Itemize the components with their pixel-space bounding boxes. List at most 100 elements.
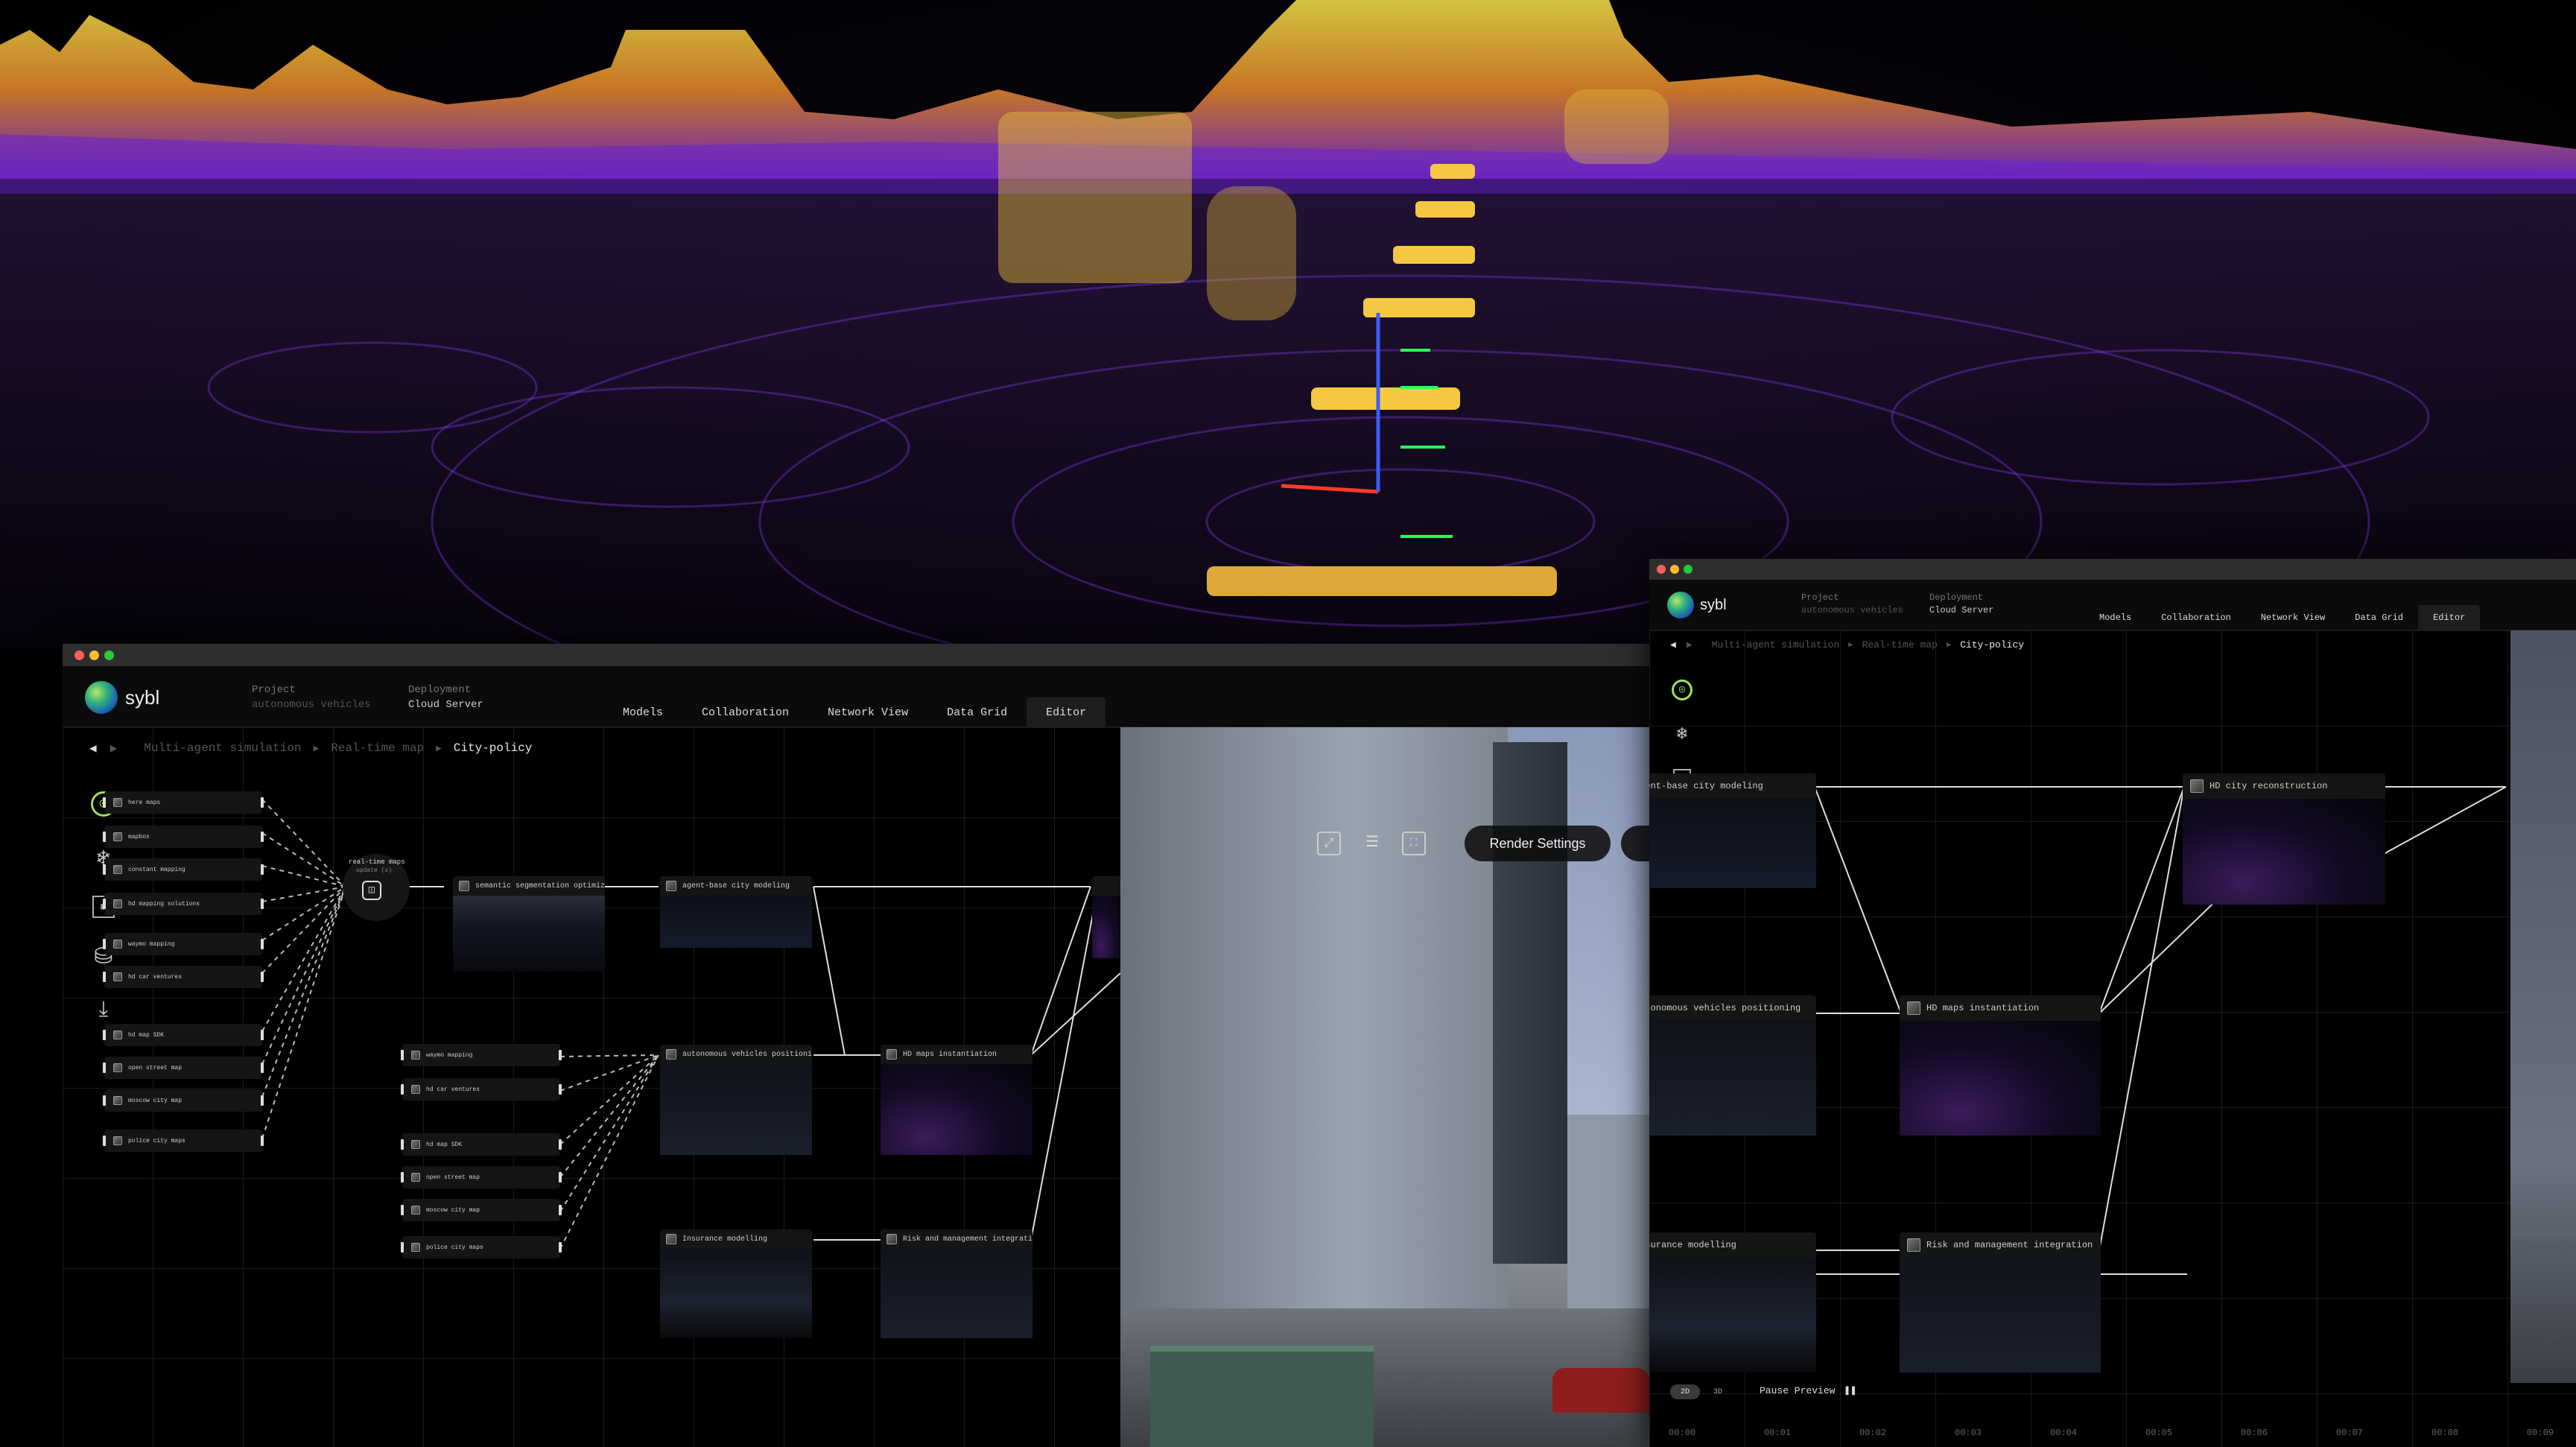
node-port[interactable] [103,1030,106,1040]
node-agent-city-modeling[interactable]: agent-base city modeling [1649,773,1816,888]
source-node[interactable]: waymo mapping [401,1044,562,1066]
source-node[interactable]: moscow city map [103,1089,264,1112]
node-av-positioning[interactable]: autonomous vehicles positioning [1649,995,1816,1136]
toggle-2d-button[interactable]: 2D [1670,1384,1700,1399]
node-risk-management[interactable]: Risk and management integration [881,1229,1032,1338]
node-insurance-modelling[interactable]: Insurance modelling [1649,1232,1816,1372]
node-risk-management[interactable]: Risk and management integration [1900,1232,2101,1372]
source-node[interactable]: hd map SDK [103,1024,264,1046]
node-port[interactable] [401,1139,404,1150]
source-node[interactable]: police city maps [401,1236,562,1258]
node-port[interactable] [559,1139,562,1150]
node-port[interactable] [261,1095,264,1106]
node-port[interactable] [401,1050,404,1060]
node-port[interactable] [559,1084,562,1095]
expand-icon[interactable]: ⤢ [1317,832,1341,855]
node-port[interactable] [103,972,106,982]
node-port[interactable] [261,1063,264,1073]
snowflake-icon[interactable]: ❄ [1672,723,1693,745]
source-node[interactable]: hd map SDK [401,1133,562,1156]
node-port[interactable] [103,1063,106,1073]
source-node[interactable]: open street map [103,1057,264,1079]
tab-collaboration[interactable]: Collaboration [2146,605,2246,630]
tab-data-grid[interactable]: Data Grid [2340,605,2418,630]
source-node[interactable]: open street map [401,1166,562,1188]
maximize-window-button[interactable] [104,650,114,660]
node-semantic-segmentation[interactable]: semantic segmentation optimization [453,876,605,972]
node-hd-maps-instantiation[interactable]: HD maps instantiation [1900,995,2101,1136]
3d-render-view[interactable]: ⤢ ☰ ⛶ Render Settings [1120,727,1649,1447]
node-port[interactable] [401,1084,404,1095]
source-node[interactable]: hd car ventures [401,1078,562,1101]
timeline[interactable]: 2D 3D Pause Preview ❚❚ 00:00 00:01 00:02 00… [1649,1375,2576,1447]
node-insurance-modelling[interactable]: Insurance modelling [660,1229,812,1338]
minimize-window-button[interactable] [89,650,99,660]
app-logo[interactable]: sybl [85,681,159,714]
source-node[interactable]: hd car ventures [103,966,264,988]
node-port[interactable] [261,832,264,842]
tab-models[interactable]: Models [2084,605,2146,630]
app-logo[interactable]: sybl [1667,592,1727,618]
realtime-maps-hub[interactable]: real-time maps update (s) ◫ [343,854,410,921]
node-port[interactable] [103,832,106,842]
node-port[interactable] [103,1095,106,1106]
node-port[interactable] [559,1205,562,1215]
sliders-icon[interactable]: ☰ [1360,832,1384,855]
node-port[interactable] [261,939,264,949]
source-node[interactable]: mapbox [103,826,264,848]
source-node[interactable]: constant mapping [103,858,264,881]
cube-icon [459,881,469,891]
node-port[interactable] [261,1030,264,1040]
node-port[interactable] [401,1242,404,1253]
tab-data-grid[interactable]: Data Grid [927,697,1027,727]
project-info[interactable]: Project autonomous vehicles [1801,592,1903,617]
toggle-3d-button[interactable]: 3D [1703,1384,1733,1399]
tab-collaboration[interactable]: Collaboration [682,697,808,727]
source-node[interactable]: moscow city map [401,1199,562,1221]
tab-network-view[interactable]: Network View [2246,605,2340,630]
node-hd-city-reconstruction[interactable]: HD city reconstruction [2183,773,2385,905]
node-port[interactable] [103,864,106,875]
source-node[interactable]: police city maps [103,1130,264,1152]
deployment-info[interactable]: Deployment Cloud Server [408,683,483,712]
maximize-window-button[interactable] [1684,565,1693,574]
deployment-info[interactable]: Deployment Cloud Server [1929,592,1993,617]
close-window-button[interactable] [1657,565,1666,574]
node-port[interactable] [559,1050,562,1060]
close-window-button[interactable] [74,650,84,660]
node-partial[interactable] [1092,876,1122,958]
node-port[interactable] [103,899,106,909]
node-port[interactable] [401,1205,404,1215]
node-port[interactable] [261,1136,264,1146]
tab-models[interactable]: Models [603,697,682,727]
target-icon[interactable]: ◎ [1672,680,1693,700]
node-agent-city-modeling[interactable]: agent-base city modeling [660,876,812,948]
node-av-positioning[interactable]: autonomous vehicles positioning [660,1045,812,1155]
render-extra-button[interactable] [1621,826,1649,861]
source-node[interactable]: here maps [103,791,264,814]
download-icon[interactable]: ⤓ [91,998,116,1022]
minimize-window-button[interactable] [1670,565,1679,574]
node-port[interactable] [261,797,264,808]
pause-preview-button[interactable]: Pause Preview ❚❚ [1760,1384,1856,1397]
node-port[interactable] [261,899,264,909]
node-port[interactable] [559,1242,562,1253]
tab-network-view[interactable]: Network View [808,697,927,727]
node-port[interactable] [401,1172,404,1182]
node-port[interactable] [261,972,264,982]
render-settings-button[interactable]: Render Settings [1465,826,1611,861]
node-port[interactable] [103,797,106,808]
node-hd-maps-instantiation[interactable]: HD maps instantiation [881,1045,1032,1155]
node-editor-canvas[interactable]: ◀ ▶ Multi-agent simulation ▶ Real-time m… [63,727,1649,1447]
source-node[interactable]: waymo mapping [103,933,264,955]
tab-editor[interactable]: Editor [2418,605,2481,630]
frame-icon[interactable]: ⛶ [1402,832,1426,855]
node-port[interactable] [103,939,106,949]
node-editor-canvas[interactable]: ◀ ▶ Multi-agent simulation ▶ Real-time m… [1649,630,2576,1447]
project-info[interactable]: Project autonomous vehicles [252,683,371,712]
node-port[interactable] [103,1136,106,1146]
node-port[interactable] [559,1172,562,1182]
tab-editor[interactable]: Editor [1027,697,1106,727]
source-node[interactable]: hd mapping solutions [103,893,264,915]
node-port[interactable] [261,864,264,875]
